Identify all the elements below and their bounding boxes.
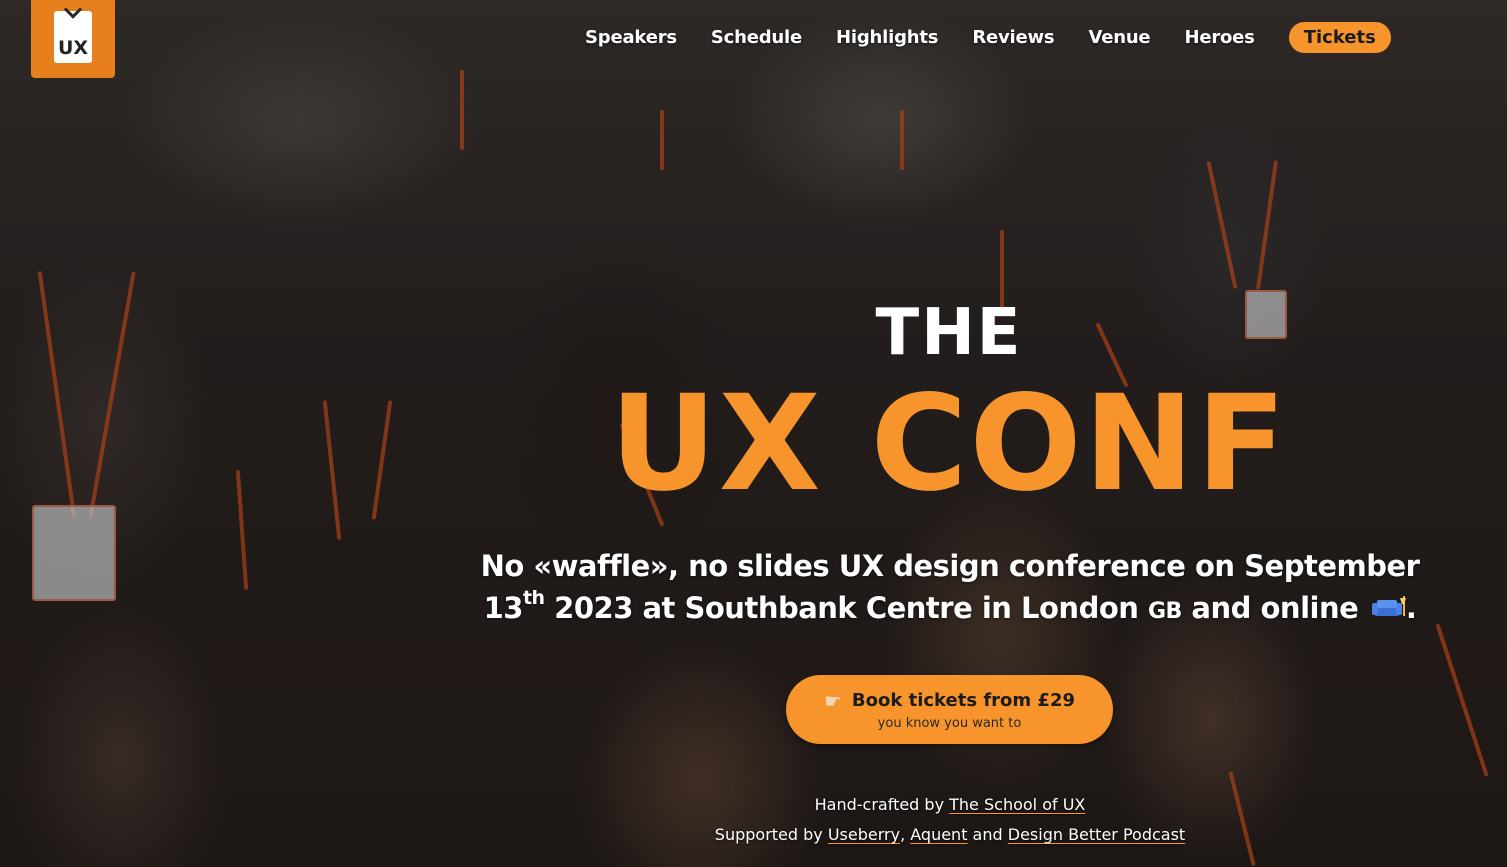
hero-title-large: UX CONF bbox=[609, 367, 1289, 521]
hero-tagline: No «waffle», no slides UX design confere… bbox=[470, 545, 1430, 633]
site-logo[interactable]: UX bbox=[31, 0, 115, 78]
useberry-link[interactable]: Useberry bbox=[828, 825, 900, 844]
sofa-icon bbox=[1371, 596, 1406, 616]
logo-text: UX bbox=[57, 37, 89, 59]
book-tickets-sublabel: you know you want to bbox=[877, 715, 1022, 731]
nav-link-venue[interactable]: Venue bbox=[1088, 27, 1150, 48]
main-nav: Speakers Schedule Highlights Reviews Ven… bbox=[585, 22, 1391, 53]
tagline-end: . bbox=[1405, 591, 1417, 625]
credits-line-handcrafted: Hand-crafted by The School of UX bbox=[550, 790, 1350, 820]
credits-handcrafted-prefix: Hand-crafted by bbox=[814, 795, 950, 814]
page: UX Speakers Schedule Highlights Reviews … bbox=[0, 0, 1507, 867]
nav-link-speakers[interactable]: Speakers bbox=[585, 27, 677, 48]
nav-tickets-button[interactable]: Tickets bbox=[1288, 22, 1391, 53]
tagline-ordinal: th bbox=[522, 587, 545, 610]
pointing-hand-icon: ☛ bbox=[823, 688, 842, 713]
credits: Hand-crafted by The School of UX Support… bbox=[550, 790, 1350, 850]
credits-sep-2: and bbox=[967, 825, 1008, 844]
hero-title-small: THE bbox=[875, 296, 1023, 370]
nav-link-reviews[interactable]: Reviews bbox=[972, 27, 1054, 48]
flag-gb-icon: GB bbox=[1148, 599, 1182, 624]
tagline-text-3: and online bbox=[1181, 591, 1368, 625]
badge-icon: UX bbox=[54, 11, 92, 63]
nav-link-heroes[interactable]: Heroes bbox=[1184, 27, 1254, 48]
credits-line-supported: Supported by Useberry, Aquent and Design… bbox=[550, 820, 1350, 850]
aquent-link[interactable]: Aquent bbox=[910, 825, 967, 844]
nav-link-schedule[interactable]: Schedule bbox=[711, 27, 802, 48]
tagline-text-2: 2023 at Southbank Centre in London bbox=[544, 591, 1148, 625]
credits-sep-1: , bbox=[900, 825, 911, 844]
school-of-ux-link[interactable]: The School of UX bbox=[949, 795, 1085, 814]
design-better-podcast-link[interactable]: Design Better Podcast bbox=[1008, 825, 1185, 844]
book-tickets-label: Book tickets from £29 bbox=[851, 690, 1076, 711]
book-tickets-button[interactable]: ☛ Book tickets from £29 you know you wan… bbox=[786, 675, 1113, 744]
credits-supported-prefix: Supported by bbox=[714, 825, 828, 844]
nav-link-highlights[interactable]: Highlights bbox=[836, 27, 938, 48]
book-tickets-main: ☛ Book tickets from £29 bbox=[824, 689, 1075, 713]
